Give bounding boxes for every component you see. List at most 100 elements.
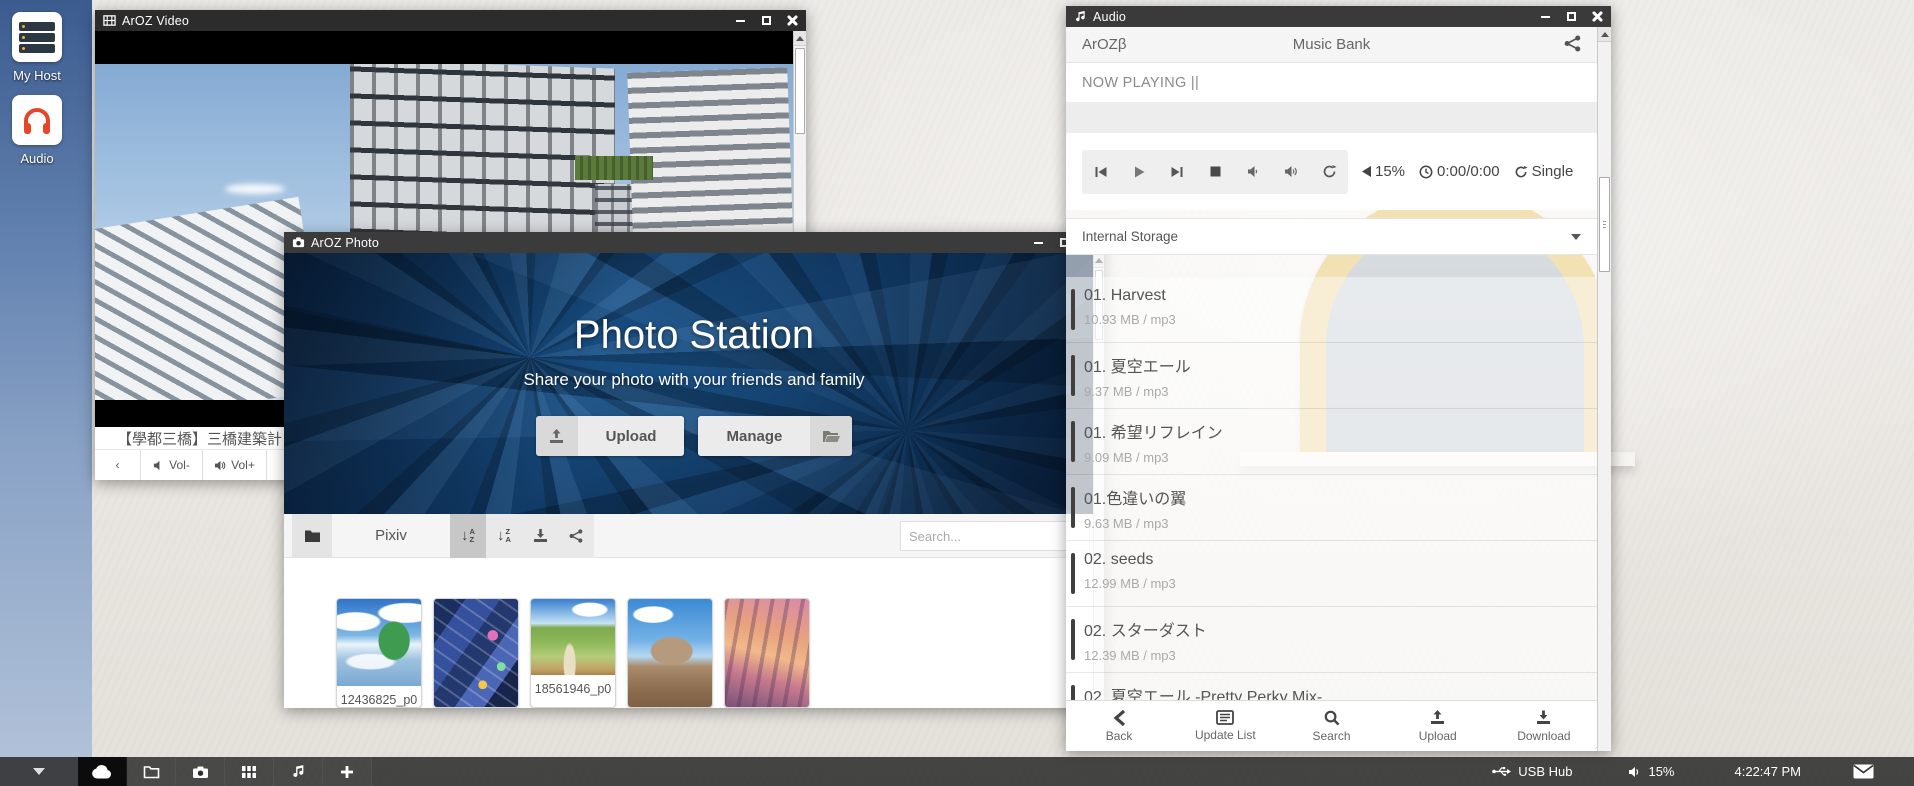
sort-za-icon: ↓ ZA bbox=[497, 528, 511, 544]
taskbar-music-button[interactable] bbox=[274, 757, 323, 786]
audio-bottom-toolbar: Back Update List bbox=[1066, 700, 1597, 751]
maximize-icon[interactable] bbox=[761, 15, 772, 26]
photo-thumbnail[interactable] bbox=[724, 598, 810, 708]
photo-toolbar: Pixiv ↓ AZ ↓ ZA bbox=[284, 514, 1104, 558]
download-button[interactable]: Download bbox=[1491, 701, 1597, 751]
upload-button[interactable]: Upload bbox=[1385, 701, 1491, 751]
song-row[interactable]: 01. Harvest 10.93 MB / mp3 bbox=[1066, 277, 1597, 343]
photo-titlebar[interactable]: ArOZ Photo bbox=[284, 232, 1104, 253]
time-readout: 0:00/0:00 bbox=[1419, 163, 1500, 180]
photo-thumbnail[interactable] bbox=[433, 598, 519, 708]
taskbar-expand-caret[interactable] bbox=[0, 757, 78, 786]
thumbnail-image bbox=[434, 599, 518, 708]
scrollbar-thumb[interactable] bbox=[1599, 177, 1610, 272]
audio-header: Music Bank ArOZβ bbox=[1066, 27, 1597, 63]
sort-desc-button[interactable]: ↓ ZA bbox=[486, 514, 522, 558]
desktop-icon-label: My Host bbox=[2, 68, 72, 83]
desktop-icon-my-host[interactable]: My Host bbox=[2, 12, 72, 83]
desktop-icon-audio[interactable]: Audio bbox=[2, 95, 72, 166]
audio-scrollbar[interactable] bbox=[1597, 27, 1611, 751]
previous-track-button[interactable] bbox=[1082, 150, 1120, 194]
search-button[interactable]: Search bbox=[1278, 701, 1384, 751]
storage-select[interactable]: Internal Storage bbox=[1066, 218, 1597, 255]
song-row[interactable]: 01. 夏空エール 9.37 MB / mp3 bbox=[1066, 343, 1597, 409]
photo-window-title: ArOZ Photo bbox=[311, 236, 379, 250]
reload-button[interactable] bbox=[1310, 150, 1348, 194]
building-roof-garden bbox=[575, 156, 653, 180]
server-icon bbox=[12, 12, 62, 62]
volume-status[interactable]: 15% bbox=[1600, 764, 1702, 779]
thumbnail-image bbox=[628, 599, 712, 708]
clock-icon bbox=[1419, 165, 1433, 179]
audio-window: Audio Music Bank ArOZβ bbox=[1066, 6, 1611, 751]
video-back-button[interactable]: ‹ bbox=[95, 450, 141, 480]
thumbnail-image bbox=[337, 599, 421, 686]
audio-titlebar[interactable]: Audio bbox=[1066, 6, 1611, 27]
song-list: 01. Harvest 10.93 MB / mp3 01. 夏空エール 9.3… bbox=[1066, 277, 1597, 700]
camera-icon bbox=[192, 765, 209, 779]
repeat-icon bbox=[1514, 165, 1528, 179]
taskbar-video-button[interactable] bbox=[225, 757, 274, 786]
folder-button[interactable] bbox=[292, 514, 332, 558]
volume-down-button[interactable] bbox=[1234, 150, 1272, 194]
taskbar-cloud-button[interactable] bbox=[78, 757, 127, 786]
share-button[interactable] bbox=[1564, 35, 1581, 52]
folder-icon bbox=[143, 765, 160, 779]
upload-icon bbox=[536, 416, 578, 456]
sort-asc-button[interactable]: ↓ AZ bbox=[450, 514, 486, 558]
headphones-icon bbox=[12, 95, 62, 145]
scroll-up-icon[interactable] bbox=[1598, 27, 1611, 42]
taskbar-add-button[interactable] bbox=[323, 757, 372, 786]
search-input[interactable] bbox=[901, 529, 1093, 544]
usb-status[interactable]: USB Hub bbox=[1464, 764, 1600, 779]
song-row[interactable]: 01. 希望リフレイン 9.09 MB / mp3 bbox=[1066, 409, 1597, 475]
messages-button[interactable] bbox=[1833, 764, 1914, 779]
audio-window-title: Audio bbox=[1093, 10, 1126, 24]
desktop-stage: My Host Audio ArOZ Video bbox=[0, 0, 1914, 786]
search-box bbox=[900, 521, 1090, 551]
video-titlebar[interactable]: ArOZ Video bbox=[95, 10, 806, 31]
taskbar-files-button[interactable] bbox=[127, 757, 176, 786]
song-row[interactable]: 02. 夏空エール -Pretty Perky Mix- bbox=[1066, 673, 1597, 700]
song-row[interactable]: 02. スターダスト 12.39 MB / mp3 bbox=[1066, 607, 1597, 673]
download-icon bbox=[1535, 710, 1552, 726]
song-row[interactable]: 02. seeds 12.99 MB / mp3 bbox=[1066, 541, 1597, 607]
volume-up-button[interactable] bbox=[1272, 150, 1310, 194]
back-button[interactable]: Back bbox=[1066, 701, 1172, 751]
scrollbar-thumb[interactable] bbox=[795, 48, 805, 134]
maximize-icon[interactable] bbox=[1566, 11, 1577, 22]
taskbar-photo-button[interactable] bbox=[176, 757, 225, 786]
folder-icon bbox=[304, 529, 321, 543]
audio-content: Music Bank ArOZβ NOW PLAYING || bbox=[1066, 27, 1611, 751]
update-list-button[interactable]: Update List bbox=[1172, 701, 1278, 751]
photo-thumbnail[interactable]: 18561946_p0 bbox=[530, 598, 616, 708]
play-button[interactable] bbox=[1120, 150, 1158, 194]
minimize-icon[interactable] bbox=[735, 15, 746, 26]
play-mode[interactable]: Single bbox=[1514, 163, 1574, 180]
upload-button[interactable]: Upload bbox=[536, 416, 685, 456]
next-track-button[interactable] bbox=[1158, 150, 1196, 194]
film-icon bbox=[241, 765, 257, 779]
camera-icon bbox=[292, 236, 305, 249]
photo-window: ArOZ Photo Photo Station Share your phot… bbox=[284, 232, 1104, 708]
share-button[interactable] bbox=[558, 514, 594, 558]
photo-thumbnail[interactable]: 12436825_p0 bbox=[336, 598, 422, 708]
minimize-icon[interactable] bbox=[1033, 237, 1044, 248]
close-icon[interactable] bbox=[1592, 11, 1603, 22]
volume-up-button[interactable]: Vol+ bbox=[203, 450, 267, 480]
close-icon[interactable] bbox=[787, 15, 798, 26]
cloud-icon bbox=[91, 765, 113, 779]
stop-button[interactable] bbox=[1196, 150, 1234, 194]
minimize-icon[interactable] bbox=[1540, 11, 1551, 22]
brand-label: ArOZβ bbox=[1066, 36, 1126, 53]
photo-thumbnail[interactable] bbox=[627, 598, 713, 708]
video-window-title: ArOZ Video bbox=[122, 14, 189, 28]
sort-button-group: ↓ AZ ↓ ZA bbox=[450, 514, 594, 558]
download-button[interactable] bbox=[522, 514, 558, 558]
song-row[interactable]: 01.色違いの翼 9.63 MB / mp3 bbox=[1066, 475, 1597, 541]
manage-button[interactable]: Manage bbox=[698, 416, 852, 456]
scroll-up-icon[interactable] bbox=[794, 31, 806, 46]
share-icon bbox=[569, 529, 583, 543]
search-icon bbox=[1324, 710, 1340, 726]
volume-down-button[interactable]: Vol- bbox=[141, 450, 203, 480]
